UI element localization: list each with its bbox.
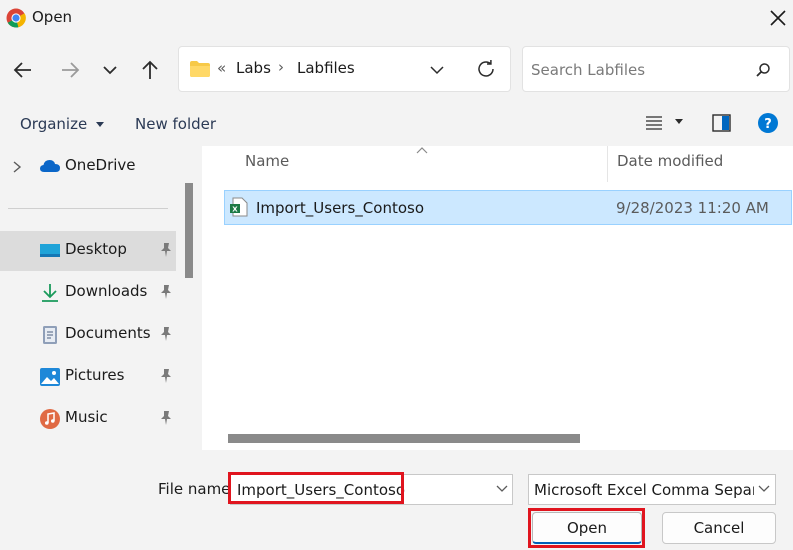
table-row[interactable]: X Import_Users_Contoso 9/28/2023 11:20 A… (224, 190, 792, 225)
highlight-box-open (528, 508, 645, 548)
file-name-label: File name: (158, 480, 236, 498)
desktop-icon (40, 244, 60, 257)
document-icon (43, 326, 57, 344)
cloud-icon (40, 160, 60, 172)
sidebar-item-label: Documents (65, 324, 151, 342)
chrome-icon (6, 8, 26, 28)
sidebar-item-downloads[interactable]: Downloads (0, 273, 176, 313)
picture-icon (40, 368, 60, 386)
sidebar-item-pictures[interactable]: Pictures (0, 357, 176, 397)
breadcrumb-separator: › (278, 58, 284, 76)
file-type-value: Microsoft Excel Comma Separated (534, 481, 754, 499)
sidebar-item-label: OneDrive (65, 156, 136, 174)
file-name-dropdown-icon[interactable] (495, 483, 509, 495)
forward-arrow-icon[interactable] (56, 56, 84, 84)
column-divider[interactable] (607, 146, 608, 182)
organize-label: Organize (20, 115, 88, 133)
pin-icon[interactable] (158, 326, 174, 342)
cancel-button[interactable]: Cancel (662, 512, 776, 544)
sidebar-item-label: Music (65, 408, 108, 426)
preview-pane-icon[interactable] (712, 114, 731, 132)
sidebar-item-music[interactable]: Music (0, 399, 176, 439)
search-input[interactable] (531, 59, 751, 81)
sidebar-item-label: Downloads (65, 282, 148, 300)
breadcrumb-labs[interactable]: Labs (236, 59, 271, 77)
svg-text:?: ? (764, 117, 772, 132)
pin-icon[interactable] (158, 410, 174, 426)
date-modified-cell: 9/28/2023 11:20 AM (616, 199, 769, 217)
file-type-select[interactable]: Microsoft Excel Comma Separated (528, 474, 776, 505)
column-header-name[interactable]: Name (245, 152, 289, 170)
refresh-icon[interactable] (475, 58, 497, 80)
sidebar-item-label: Desktop (65, 240, 127, 258)
folder-icon (190, 61, 210, 77)
view-dropdown-caret-icon[interactable] (675, 119, 683, 125)
pin-icon[interactable] (158, 242, 174, 258)
highlight-box-file-name (228, 472, 404, 504)
music-icon (40, 409, 60, 429)
column-header-date-modified[interactable]: Date modified (617, 152, 723, 170)
window-title: Open (32, 8, 73, 26)
horizontal-scrollbar[interactable] (228, 434, 580, 443)
breadcrumb-labfiles[interactable]: Labfiles (297, 59, 355, 77)
svg-text:X: X (232, 206, 238, 214)
address-dropdown-icon[interactable] (428, 61, 446, 79)
close-icon[interactable] (768, 8, 788, 28)
new-folder-button[interactable]: New folder (135, 115, 216, 133)
search-icon[interactable] (755, 62, 771, 78)
excel-csv-icon: X (230, 197, 248, 217)
sort-ascending-icon (416, 147, 428, 154)
search-box[interactable] (522, 46, 790, 92)
recent-locations-chevron-icon[interactable] (96, 56, 124, 84)
back-arrow-icon[interactable] (9, 56, 37, 84)
breadcrumb-overflow[interactable]: « (217, 59, 226, 77)
sidebar-item-documents[interactable]: Documents (0, 315, 176, 355)
file-name-cell: Import_Users_Contoso (256, 199, 424, 217)
pin-icon[interactable] (158, 368, 174, 384)
nav-pane-scrollbar[interactable] (185, 183, 193, 278)
title-bar (0, 0, 793, 38)
sidebar-item-label: Pictures (65, 366, 125, 384)
address-bar[interactable]: « Labs › Labfiles (178, 46, 511, 92)
download-icon (42, 284, 58, 302)
organize-caret-icon (95, 121, 104, 127)
sidebar-item-onedrive[interactable]: OneDrive (0, 147, 176, 187)
help-icon[interactable]: ? (758, 113, 778, 133)
up-arrow-icon[interactable] (136, 56, 164, 84)
view-options-icon[interactable] (645, 115, 663, 131)
sidebar-item-desktop[interactable]: Desktop (0, 231, 176, 271)
nav-divider (8, 208, 168, 209)
pin-icon[interactable] (158, 284, 174, 300)
file-type-dropdown-icon[interactable] (757, 483, 771, 495)
organize-button[interactable]: Organize (20, 115, 104, 133)
